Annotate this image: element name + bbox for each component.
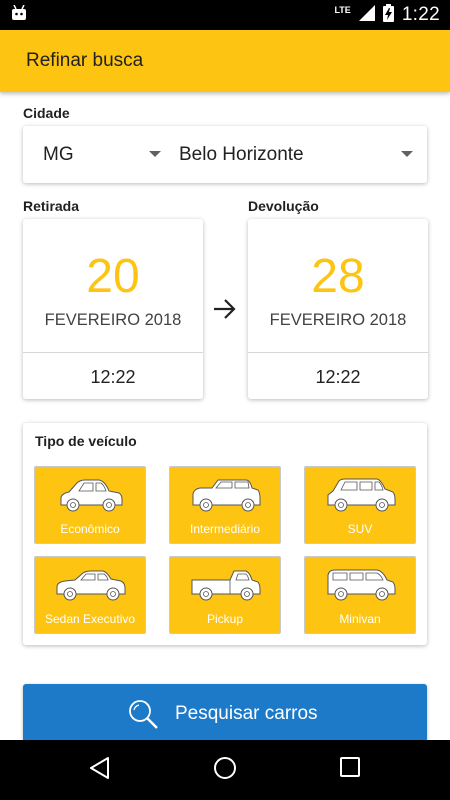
suv-icon — [327, 478, 396, 512]
network-type-label: LTE — [334, 5, 351, 15]
home-circle-icon[interactable] — [213, 756, 237, 785]
signal-icon — [358, 4, 375, 26]
vehicle-type-title: Tipo de veículo — [35, 433, 137, 449]
search-icon — [127, 698, 159, 735]
vehicle-type-pickup[interactable]: Pickup — [169, 556, 281, 634]
state-dropdown-arrow-icon — [149, 151, 161, 157]
vehicle-type-label: SUV — [347, 522, 373, 536]
pickup-time[interactable]: 12:22 — [23, 367, 203, 388]
pickup-day: 20 — [86, 250, 140, 303]
minivan-icon — [327, 569, 396, 601]
city-card: MG Belo Horizonte — [23, 126, 427, 183]
return-date-card[interactable]: 28 FEVEREIRO 2018 12:22 — [248, 219, 428, 399]
pickup-truck-icon — [191, 570, 261, 601]
search-cars-button[interactable]: Pesquisar carros — [23, 684, 427, 742]
city-select-value: Belo Horizonte — [179, 143, 304, 165]
vehicle-type-minivan[interactable]: Minivan — [304, 556, 416, 634]
vehicle-type-label: Pickup — [206, 612, 244, 626]
battery-charging-icon — [382, 3, 394, 27]
city-select[interactable]: Belo Horizonte — [179, 126, 415, 183]
status-time: 1:22 — [401, 4, 440, 25]
intermediate-car-icon — [192, 479, 261, 512]
status-bar: LTE 1:22 — [0, 0, 450, 30]
vehicle-type-sedan-executivo[interactable]: Sedan Executivo — [34, 556, 146, 634]
search-cars-label: Pesquisar carros — [175, 703, 318, 724]
city-label: Cidade — [23, 105, 70, 121]
page-title: Refinar busca — [26, 50, 144, 71]
state-select[interactable]: MG — [43, 126, 163, 183]
recents-square-icon[interactable] — [339, 756, 361, 783]
arrow-right-icon — [213, 298, 237, 325]
vehicle-type-suv[interactable]: SUV — [304, 466, 416, 544]
economy-car-icon — [60, 479, 123, 512]
app-bar: Refinar busca — [0, 30, 450, 92]
return-day: 28 — [311, 250, 365, 303]
state-select-value: MG — [43, 143, 74, 165]
vehicle-type-card: Tipo de veículo Econômico Intermediário — [23, 423, 427, 645]
city-dropdown-arrow-icon — [401, 151, 413, 157]
pickup-date-card[interactable]: 20 FEVEREIRO 2018 12:22 — [23, 219, 203, 399]
android-notification-icon — [10, 4, 28, 26]
pickup-month-year: FEVEREIRO 2018 — [44, 311, 182, 329]
vehicle-type-label: Minivan — [339, 612, 381, 626]
return-label: Devolução — [248, 198, 319, 214]
return-divider — [248, 352, 428, 353]
pickup-label: Retirada — [23, 198, 80, 214]
vehicle-type-intermediario[interactable]: Intermediário — [169, 466, 281, 544]
return-month-year: FEVEREIRO 2018 — [269, 311, 407, 329]
system-nav-bar — [0, 740, 450, 800]
sedan-icon — [56, 570, 126, 601]
vehicle-type-label: Econômico — [60, 522, 120, 536]
vehicle-type-label: Sedan Executivo — [44, 612, 136, 626]
back-triangle-icon[interactable] — [88, 756, 112, 785]
vehicle-type-label: Intermediário — [189, 522, 261, 536]
vehicle-type-economico[interactable]: Econômico — [34, 466, 146, 544]
return-time[interactable]: 12:22 — [248, 367, 428, 388]
pickup-divider — [23, 352, 203, 353]
